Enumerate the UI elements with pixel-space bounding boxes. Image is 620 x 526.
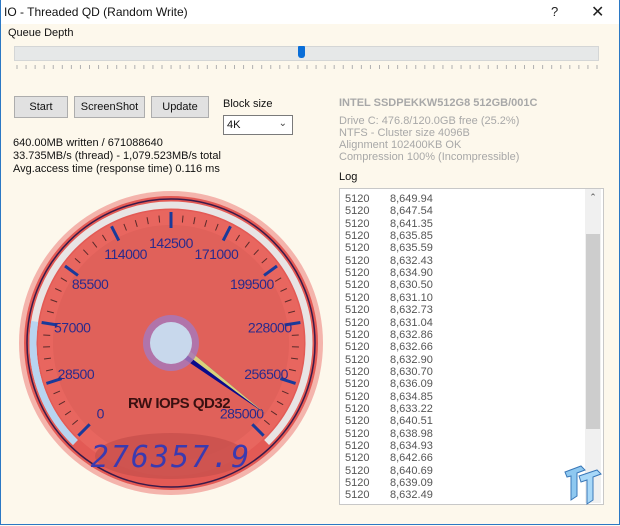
- log-block-size: 5120: [345, 230, 370, 243]
- chevron-down-icon: ⌄: [278, 118, 287, 129]
- drive-name: INTEL SSDPEKKW512G8 512GB/001C: [339, 97, 538, 109]
- gauge-minor-tick: [181, 215, 184, 223]
- log-iops-value: 8,632.66: [390, 341, 433, 354]
- drive-info-line: Compression 100% (Incompressible): [339, 151, 520, 163]
- log-block-size: 5120: [345, 267, 370, 280]
- drive-info-line: Alignment 102400KB OK: [339, 139, 462, 151]
- log-iops-value: 8,632.86: [390, 328, 433, 341]
- log-iops-value: 8,639.09: [390, 477, 433, 490]
- log-block-size: 5120: [345, 217, 370, 230]
- log-iops-value: 8,638.98: [390, 427, 433, 440]
- log-block-size: 5120: [345, 440, 370, 452]
- log-iops-value: 8,636.09: [390, 378, 433, 391]
- window-title: IO - Threaded QD (Random Write): [4, 5, 188, 19]
- block-size-value: 4K: [227, 119, 241, 131]
- log-block-size: 5120: [345, 365, 370, 378]
- log-block-size: 5120: [345, 193, 370, 205]
- queue-depth-slider[interactable]: [14, 46, 599, 61]
- log-block-size: 5120: [345, 464, 370, 477]
- log-block-size: 5120: [345, 254, 370, 267]
- gauge-title: RW IOPS QD32: [128, 395, 230, 412]
- log-iops-value: 8,632.43: [390, 254, 433, 267]
- log-block-size: 5120: [345, 316, 370, 329]
- chevron-up-icon[interactable]: ⌃: [585, 189, 601, 205]
- log-block-size: 5120: [345, 242, 370, 255]
- block-size-select[interactable]: 4K ⌄: [223, 115, 293, 135]
- log-list[interactable]: 5120 8,649.94 5120 8,647.54 5120 8,641.35 5120…: [339, 188, 604, 505]
- iops-gauge: 0 28500 57000 85500 114000142500171000 199500…: [19, 191, 323, 495]
- log-iops-value: 8,631.10: [390, 291, 433, 304]
- log-block-size: 5120: [345, 304, 370, 317]
- gauge-tick-label: 228000: [248, 319, 292, 335]
- gauge-readout: 276357.9: [91, 440, 252, 475]
- gauge-tick-label: 199500: [230, 276, 274, 292]
- queue-depth-slider-thumb[interactable]: [298, 46, 305, 58]
- log-iops-value: 8,635.85: [390, 230, 433, 243]
- gauge-tick-label: 142500: [149, 235, 193, 251]
- screenshot-button[interactable]: ScreenShot: [74, 96, 145, 118]
- queue-depth-label: Queue Depth: [8, 27, 74, 39]
- log-iops-value: 8,630.50: [390, 279, 433, 292]
- log-iops-value: 8,647.54: [390, 205, 433, 218]
- access-time-stat: Avg.access time (response time) 0.116 ms: [13, 163, 220, 175]
- log-block-size: 5120: [345, 353, 370, 366]
- log-block-size: 5120: [345, 205, 370, 218]
- gauge-tick-label: 57000: [54, 319, 91, 335]
- slider-ticks: [16, 65, 598, 69]
- drive-info-line: Drive C: 476.8/120.0GB free (25.2%): [339, 115, 520, 127]
- log-block-size: 5120: [345, 328, 370, 341]
- log-block-size: 5120: [345, 477, 370, 490]
- log-block-size: 5120: [345, 427, 370, 440]
- log-iops-value: 8,641.35: [390, 217, 433, 230]
- gauge-hub: [150, 322, 192, 364]
- gauge-tick-label: 171000: [195, 246, 239, 262]
- log-block-size: 5120: [345, 390, 370, 403]
- log-iops-value: 8,635.59: [390, 242, 433, 255]
- log-block-size: 5120: [345, 402, 370, 415]
- close-button[interactable]: ✕: [591, 2, 604, 22]
- log-iops-value: 8,631.04: [390, 316, 433, 329]
- title-bar: IO - Threaded QD (Random Write) ? ✕: [1, 0, 619, 24]
- log-iops-value: 8,634.93: [390, 440, 433, 452]
- log-iops-value: 8,642.66: [390, 452, 433, 465]
- log-iops-value: 8,640.69: [390, 464, 433, 477]
- written-stat: 640.00MB written / 671088640: [13, 137, 163, 149]
- log-scrollbar-thumb[interactable]: [586, 234, 600, 429]
- log-block-size: 5120: [345, 291, 370, 304]
- start-button[interactable]: Start: [14, 96, 68, 118]
- log-label: Log: [339, 171, 358, 183]
- speed-stat: 33.735MB/s (thread) - 1,079.523MB/s tota…: [13, 150, 221, 162]
- gauge-minor-tick: [158, 215, 161, 223]
- gauge-tick-label: 0: [97, 406, 105, 422]
- log-iops-value: 8,632.90: [390, 353, 433, 366]
- update-button[interactable]: Update: [151, 96, 209, 118]
- log-iops-value: 8,633.22: [390, 402, 433, 415]
- gauge-tick-label: 114000: [104, 246, 147, 262]
- log-block-size: 5120: [345, 489, 370, 502]
- log-iops-value: 8,632.73: [390, 304, 433, 317]
- drive-info-line: NTFS - Cluster size 4096B: [339, 127, 470, 139]
- app-window: IO - Threaded QD (Random Write) ? ✕ Queu…: [0, 0, 620, 525]
- log-iops-value: 8,634.85: [390, 390, 433, 403]
- log-block-size: 5120: [345, 452, 370, 465]
- block-size-label: Block size: [223, 98, 273, 110]
- log-iops-value: 8,649.94: [390, 193, 433, 205]
- log-block-size: 5120: [345, 378, 370, 391]
- log-block-size: 5120: [345, 341, 370, 354]
- log-iops-value: 8,640.51: [390, 415, 433, 428]
- log-block-size: 5120: [345, 415, 370, 428]
- log-iops-value: 8,634.90: [390, 267, 433, 280]
- gauge-tick-label: 256500: [244, 366, 288, 382]
- help-button[interactable]: ?: [551, 4, 558, 19]
- tweaktown-logo-icon: [564, 465, 602, 505]
- gauge-tick-label: 28500: [58, 366, 95, 382]
- log-iops-value: 8,630.70: [390, 365, 433, 378]
- log-block-size: 5120: [345, 279, 370, 292]
- gauge-tick-label: 85500: [72, 276, 109, 292]
- log-iops-value: 8,632.49: [390, 489, 433, 502]
